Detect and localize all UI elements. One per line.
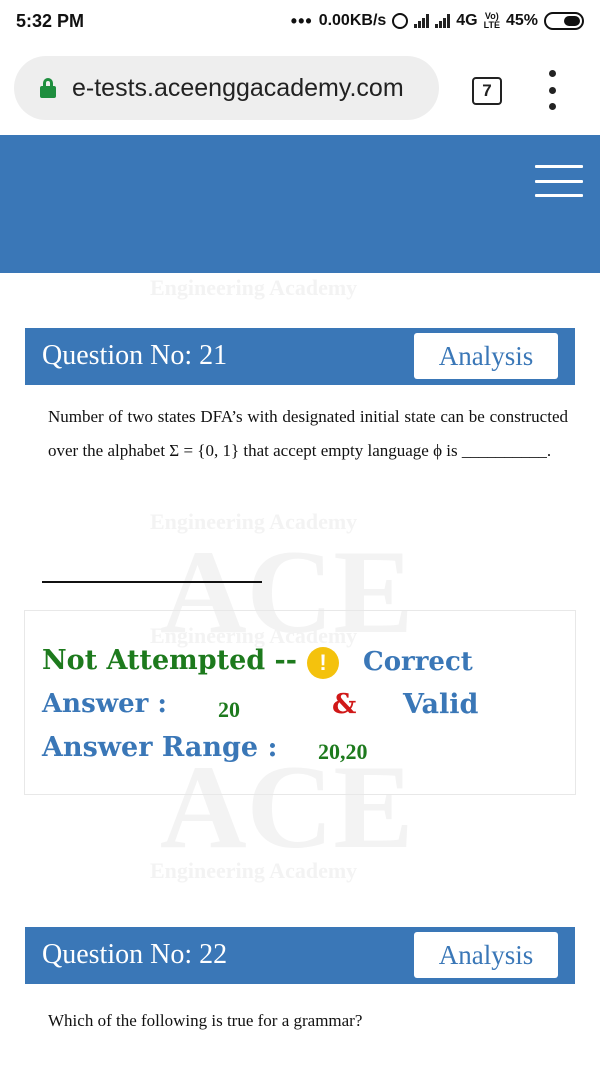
signal-icon — [414, 14, 430, 28]
analysis-button[interactable]: Analysis — [414, 333, 558, 379]
question-text-body: Number of two states DFA’s with designat… — [48, 407, 568, 460]
url-text[interactable]: e-tests.aceenggacademy.com — [72, 74, 404, 103]
network-speed: 0.00KB/s — [318, 12, 387, 29]
question-text: Number of two states DFA’s with designat… — [48, 400, 568, 468]
status-bar: 5:32 PM ••• 0.00KB/s 4G Vo) LTE 45% — [0, 0, 600, 42]
signal-icon — [435, 14, 451, 28]
question-text-body: Which of the following is true for a gra… — [48, 1011, 363, 1030]
answer-range-label: Answer Range : — [42, 732, 278, 763]
correct-label: Correct — [363, 647, 473, 677]
battery-percent: 45% — [505, 12, 538, 29]
volte-label-bottom: LTE — [483, 20, 500, 30]
address-bar[interactable]: e-tests.aceenggacademy.com — [14, 56, 439, 120]
watermark-text: Engineering Academy — [150, 275, 358, 300]
question-header: Question No: 21 Analysis — [25, 328, 575, 385]
network-type: 4G — [456, 12, 478, 29]
more-dots-icon: ••• — [290, 10, 313, 31]
site-header — [0, 135, 600, 273]
lock-icon[interactable] — [40, 78, 56, 98]
answer-range-value: 20,20 — [318, 739, 368, 764]
browser-toolbar: e-tests.aceenggacademy.com 7 — [0, 42, 600, 135]
attempt-status: Not Attempted -- — [42, 645, 297, 676]
volte-icon: Vo) LTE — [484, 12, 500, 30]
battery-fill — [564, 16, 580, 26]
ampersand: & — [332, 689, 357, 720]
analysis-button[interactable]: Analysis — [414, 932, 558, 978]
valid-label: Valid — [403, 689, 479, 720]
status-time: 5:32 PM — [16, 10, 85, 31]
answer-value: 20 — [218, 697, 240, 722]
question-title: Question No: 22 — [42, 939, 228, 970]
warning-icon: ! — [307, 647, 339, 679]
battery-icon — [544, 12, 584, 30]
question-text: Which of the following is true for a gra… — [48, 1004, 568, 1038]
question-title: Question No: 21 — [42, 340, 228, 371]
page-content: Engineering Academy Engineering Academy … — [0, 273, 600, 1066]
answer-blank-line — [42, 581, 262, 583]
alarm-icon — [392, 13, 409, 29]
answer-label: Answer : — [42, 689, 167, 719]
question-header: Question No: 22 Analysis — [25, 927, 575, 984]
hamburger-menu-icon[interactable] — [535, 165, 583, 197]
status-icons: ••• 0.00KB/s 4G Vo) LTE 45% — [291, 11, 584, 32]
menu-icon[interactable] — [546, 70, 558, 110]
tabs-button[interactable]: 7 — [472, 77, 502, 105]
